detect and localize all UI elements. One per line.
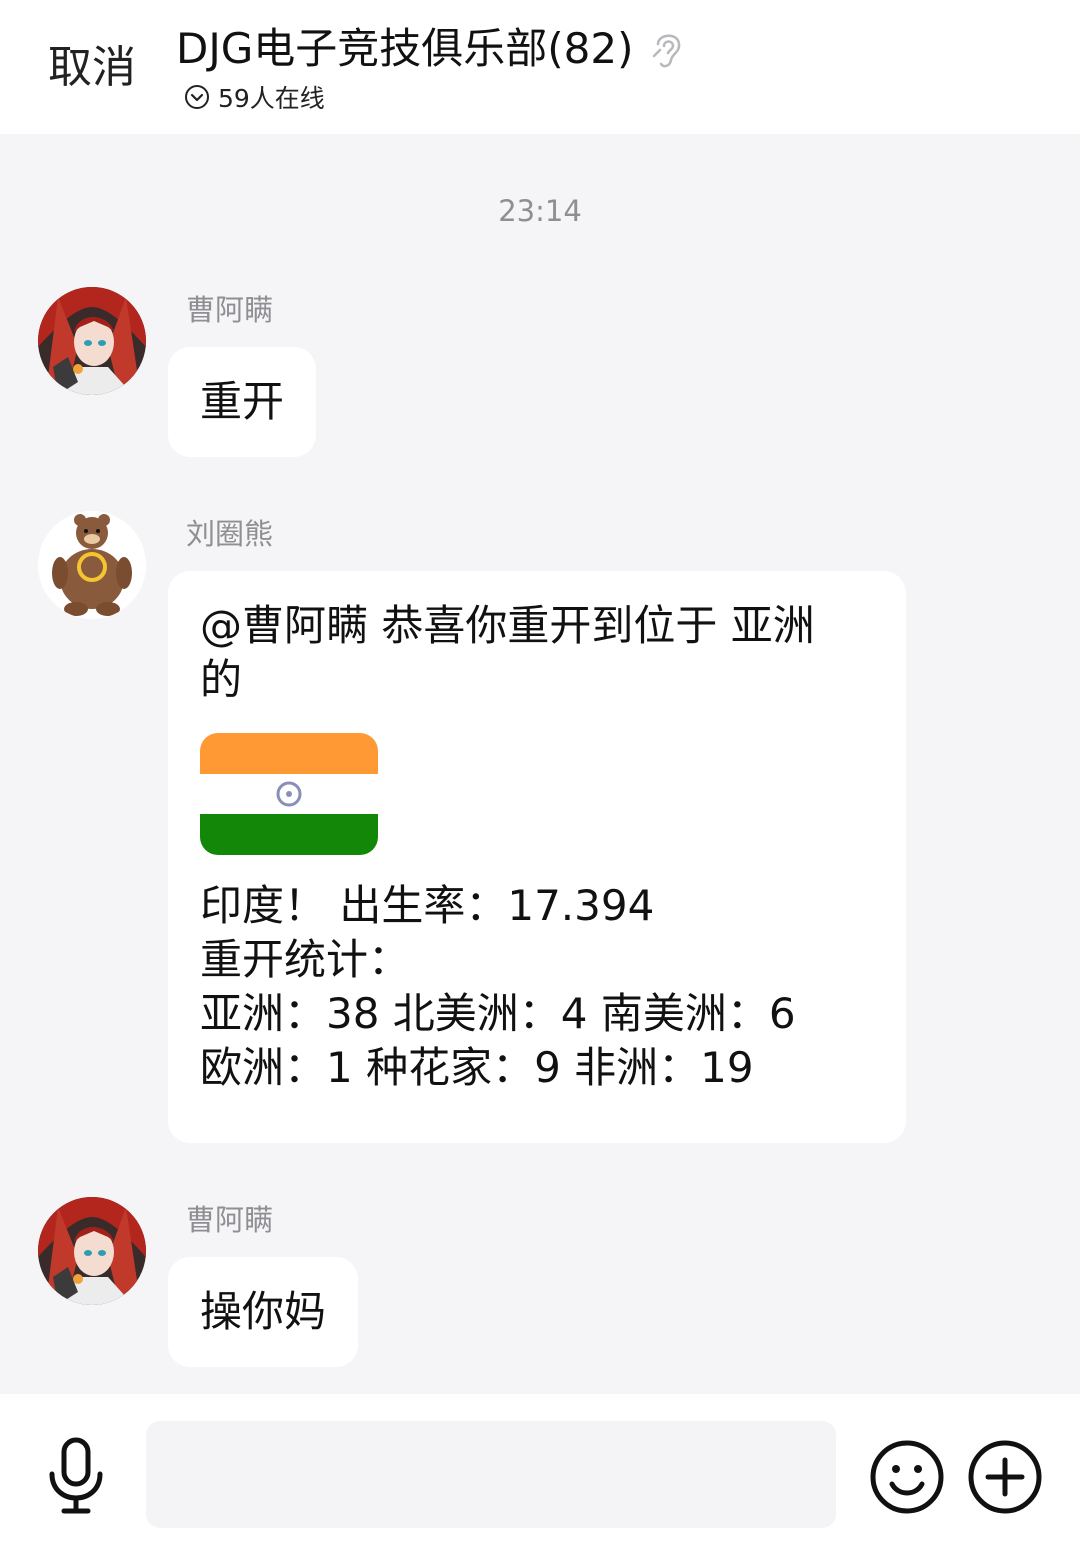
- message-bubble[interactable]: @曹阿瞒 恭喜你重开到位于 亚洲 的 印度！ 出生率：17.394 重开统计： …: [168, 571, 906, 1143]
- sender-name: 曹阿瞒: [186, 1203, 274, 1237]
- avatar[interactable]: [38, 1197, 146, 1305]
- message-bubble[interactable]: 重开: [168, 347, 317, 457]
- online-status[interactable]: 59人在线: [184, 80, 325, 114]
- sender-name: 刘圈熊: [186, 517, 274, 551]
- anime-avatar-icon: [38, 287, 146, 395]
- stats-title: 重开统计：: [200, 935, 411, 984]
- message-bubble[interactable]: 操你妈: [168, 1257, 359, 1367]
- avatar[interactable]: [38, 287, 146, 395]
- bear-avatar-icon: [38, 511, 146, 619]
- avatar[interactable]: [38, 511, 146, 619]
- sender-name: 曹阿瞒: [186, 293, 274, 327]
- message-text: 操你妈: [200, 1287, 327, 1336]
- ashoka-chakra-icon: [276, 781, 302, 807]
- message-input[interactable]: [146, 1421, 836, 1528]
- message-text-line: @曹阿瞒 恭喜你重开到位于 亚洲: [200, 601, 815, 650]
- emoji-icon[interactable]: [868, 1438, 946, 1516]
- message-text-line: 的: [200, 655, 243, 704]
- stats-line: 亚洲：38 北美洲：4 南美洲：6: [200, 989, 796, 1038]
- microphone-icon[interactable]: [44, 1436, 108, 1516]
- flag-band-white: [200, 773, 378, 815]
- stats-line: 欧洲：1 种花家：9 非洲：19: [200, 1043, 754, 1092]
- online-count: 59人在线: [218, 84, 325, 113]
- anime-avatar-icon: [38, 1197, 146, 1305]
- chat-header: 取消 DJG电子竞技俱乐部(82) 59人在线: [0, 0, 1080, 134]
- chevron-down-circle-icon: [185, 85, 209, 109]
- result-text: 印度！ 出生率：17.394: [200, 881, 655, 930]
- message-timestamp: 23:14: [498, 194, 582, 228]
- flag-band-green: [200, 814, 378, 855]
- group-title[interactable]: DJG电子竞技俱乐部(82): [176, 22, 634, 76]
- cancel-button[interactable]: 取消: [48, 40, 136, 96]
- ear-icon[interactable]: [650, 28, 686, 72]
- plus-icon[interactable]: [966, 1438, 1044, 1516]
- india-flag-icon: [200, 733, 378, 855]
- message-text: 重开: [200, 377, 285, 426]
- flag-band-saffron: [200, 733, 378, 774]
